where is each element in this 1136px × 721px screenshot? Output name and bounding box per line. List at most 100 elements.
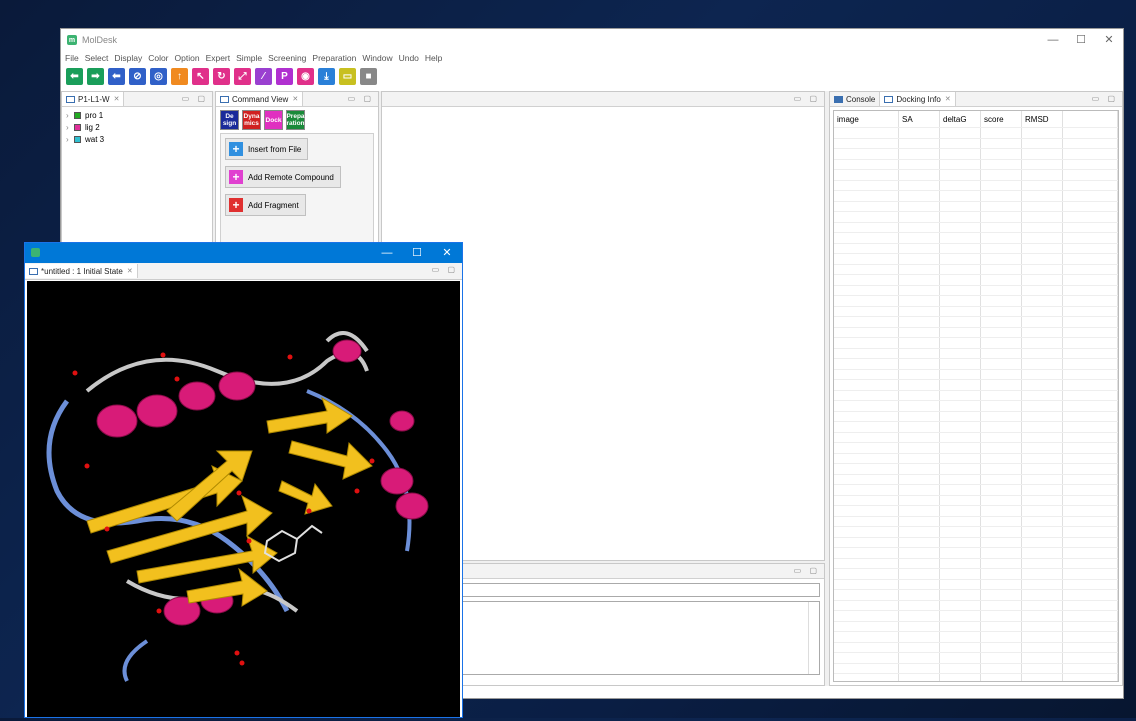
molecule-3d-canvas[interactable] bbox=[27, 281, 460, 717]
table-row[interactable] bbox=[834, 505, 1118, 517]
table-row[interactable] bbox=[834, 568, 1118, 580]
table-row[interactable] bbox=[834, 274, 1118, 286]
expand-arrow-icon[interactable]: › bbox=[66, 123, 74, 132]
minimize-maximize-icon[interactable]: ▭ ▢ bbox=[1092, 92, 1118, 106]
table-row[interactable] bbox=[834, 337, 1118, 349]
table-row[interactable] bbox=[834, 484, 1118, 496]
close-tab-icon[interactable]: ✕ bbox=[127, 267, 133, 275]
table-row[interactable] bbox=[834, 547, 1118, 559]
monitor-icon[interactable]: ▭ bbox=[339, 67, 356, 85]
menu-color[interactable]: Color bbox=[148, 53, 168, 63]
tab-command-view[interactable]: Command View ✕ bbox=[216, 92, 304, 106]
tree-item-wat[interactable]: › wat 3 bbox=[62, 133, 212, 145]
tree-item-lig[interactable]: › lig 2 bbox=[62, 121, 212, 133]
minimize-maximize-icon[interactable]: ▭ ▢ bbox=[432, 263, 458, 277]
tab-preparation[interactable]: Prepa ration bbox=[286, 110, 305, 130]
menu-help[interactable]: Help bbox=[425, 53, 442, 63]
menu-expert[interactable]: Expert bbox=[206, 53, 231, 63]
close-tab-icon[interactable]: ✕ bbox=[114, 95, 120, 103]
column-header-deltag[interactable]: deltaG bbox=[939, 111, 981, 128]
menu-option[interactable]: Option bbox=[175, 53, 200, 63]
table-row[interactable] bbox=[834, 148, 1118, 160]
viewer-maximize-button[interactable]: ☐ bbox=[402, 243, 432, 263]
table-row[interactable] bbox=[834, 348, 1118, 359]
table-row[interactable] bbox=[834, 316, 1118, 328]
tab-console[interactable]: Console bbox=[830, 92, 881, 106]
add-remote-compound-button[interactable]: + Add Remote Compound bbox=[225, 166, 341, 188]
table-row[interactable] bbox=[834, 243, 1118, 254]
table-row[interactable] bbox=[834, 411, 1118, 422]
tree-item-pro[interactable]: › pro 1 bbox=[62, 109, 212, 121]
menu-window[interactable]: Window bbox=[362, 53, 392, 63]
download-icon[interactable]: ⤓ bbox=[318, 67, 335, 85]
molecule-viewer-window[interactable]: — ☐ ✕ *untitled : 1 Initial State ✕ ▭ ▢ bbox=[24, 242, 463, 718]
table-row[interactable] bbox=[834, 253, 1118, 265]
table-row[interactable] bbox=[834, 453, 1118, 464]
column-header-rmsd[interactable]: RMSD bbox=[1021, 111, 1063, 128]
expand-arrow-icon[interactable]: › bbox=[66, 135, 74, 144]
close-button[interactable]: ✕ bbox=[1095, 29, 1123, 51]
select-arrow-icon[interactable]: ↖ bbox=[192, 67, 209, 85]
table-row[interactable] bbox=[834, 306, 1118, 317]
table-row[interactable] bbox=[834, 537, 1118, 548]
table-row[interactable] bbox=[834, 169, 1118, 181]
minimize-maximize-icon[interactable]: ▭ ▢ bbox=[794, 92, 820, 106]
add-fragment-button[interactable]: + Add Fragment bbox=[225, 194, 306, 216]
viewer-minimize-button[interactable]: — bbox=[372, 243, 402, 263]
table-row[interactable] bbox=[834, 631, 1118, 643]
table-row[interactable] bbox=[834, 295, 1118, 307]
tab-viewer[interactable]: *untitled : 1 Initial State ✕ bbox=[25, 264, 138, 278]
column-header-score[interactable]: score bbox=[980, 111, 1022, 128]
close-tab-icon[interactable]: ✕ bbox=[292, 95, 298, 103]
table-row[interactable] bbox=[834, 579, 1118, 590]
table-row[interactable] bbox=[834, 558, 1118, 569]
menu-file[interactable]: File bbox=[65, 53, 79, 63]
scrollbar[interactable] bbox=[808, 602, 819, 674]
menu-select[interactable]: Select bbox=[85, 53, 109, 63]
table-row[interactable] bbox=[834, 285, 1118, 296]
arrow-left-icon[interactable]: ⬅ bbox=[66, 67, 83, 85]
menu-preparation[interactable]: Preparation bbox=[312, 53, 356, 63]
table-row[interactable] bbox=[834, 369, 1118, 380]
tab-project[interactable]: P1-L1-W ✕ bbox=[62, 92, 125, 106]
maximize-button[interactable]: ☐ bbox=[1067, 29, 1095, 51]
close-tab-icon[interactable]: ✕ bbox=[945, 95, 951, 103]
minimize-maximize-icon[interactable]: ▭ ▢ bbox=[794, 564, 820, 578]
table-row[interactable] bbox=[834, 526, 1118, 538]
table-row[interactable] bbox=[834, 432, 1118, 443]
table-row[interactable] bbox=[834, 610, 1118, 622]
table-row[interactable] bbox=[834, 495, 1118, 506]
target-icon[interactable]: ◎ bbox=[150, 67, 167, 85]
table-row[interactable] bbox=[834, 201, 1118, 212]
viewer-close-button[interactable]: ✕ bbox=[432, 243, 462, 263]
table-row[interactable] bbox=[834, 180, 1118, 191]
table-row[interactable] bbox=[834, 190, 1118, 202]
menu-simple[interactable]: Simple bbox=[236, 53, 262, 63]
eye-icon[interactable]: ◉ bbox=[297, 67, 314, 85]
command-input[interactable] bbox=[442, 583, 820, 597]
table-row[interactable] bbox=[834, 589, 1118, 601]
table-row[interactable] bbox=[834, 600, 1118, 611]
table-row[interactable] bbox=[834, 652, 1118, 664]
table-row[interactable] bbox=[834, 474, 1118, 485]
tab-docking-info[interactable]: Docking Info ✕ bbox=[880, 92, 956, 106]
column-header-sa[interactable]: SA bbox=[898, 111, 940, 128]
minimize-maximize-icon[interactable]: ▭ ▢ bbox=[182, 92, 208, 106]
p-icon[interactable]: P bbox=[276, 67, 293, 85]
table-row[interactable] bbox=[834, 673, 1118, 681]
column-header-image[interactable]: image bbox=[834, 111, 899, 128]
table-row[interactable] bbox=[834, 642, 1118, 653]
expand-icon[interactable]: ⤢ bbox=[234, 67, 251, 85]
menu-screening[interactable]: Screening bbox=[268, 53, 306, 63]
menu-undo[interactable]: Undo bbox=[399, 53, 419, 63]
stop-icon[interactable]: ■ bbox=[360, 67, 377, 85]
slash-icon[interactable]: ⁄ bbox=[255, 67, 272, 85]
tab-dynamics[interactable]: Dyna mics bbox=[242, 110, 261, 130]
tab-dock[interactable]: Dock bbox=[264, 110, 283, 130]
table-row[interactable] bbox=[834, 442, 1118, 454]
table-row[interactable] bbox=[834, 327, 1118, 338]
table-row[interactable] bbox=[834, 159, 1118, 170]
table-row[interactable] bbox=[834, 516, 1118, 527]
table-row[interactable] bbox=[834, 421, 1118, 433]
arrow-right-icon[interactable]: ➡ bbox=[87, 67, 104, 85]
